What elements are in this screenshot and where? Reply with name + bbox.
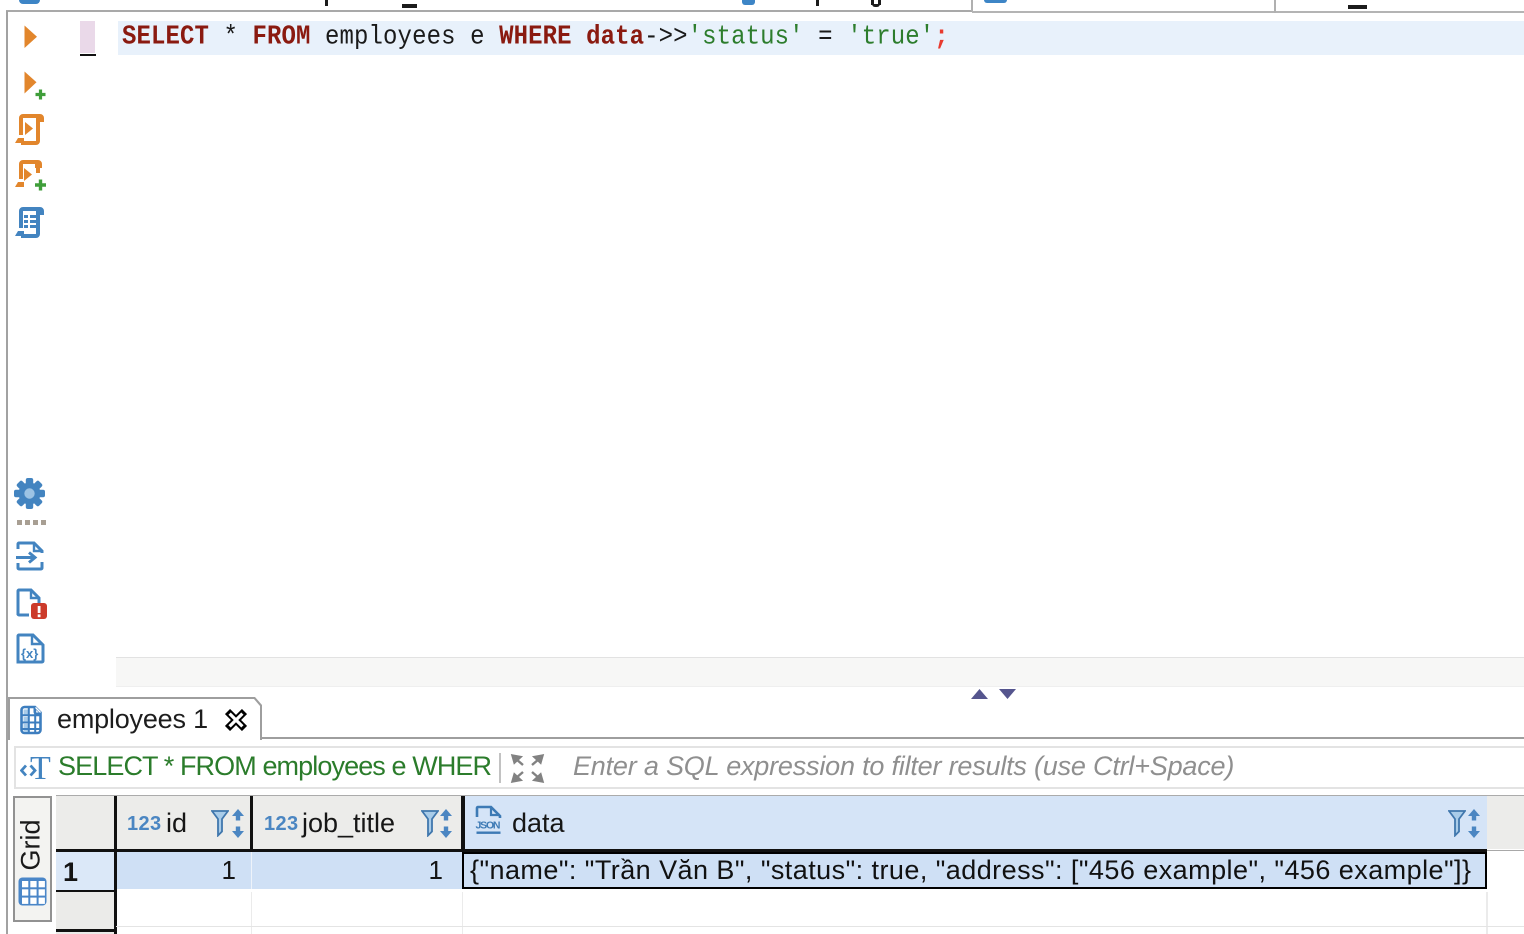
svg-text:JSON: JSON [476,820,501,832]
svg-text:{x}: {x} [21,646,38,661]
